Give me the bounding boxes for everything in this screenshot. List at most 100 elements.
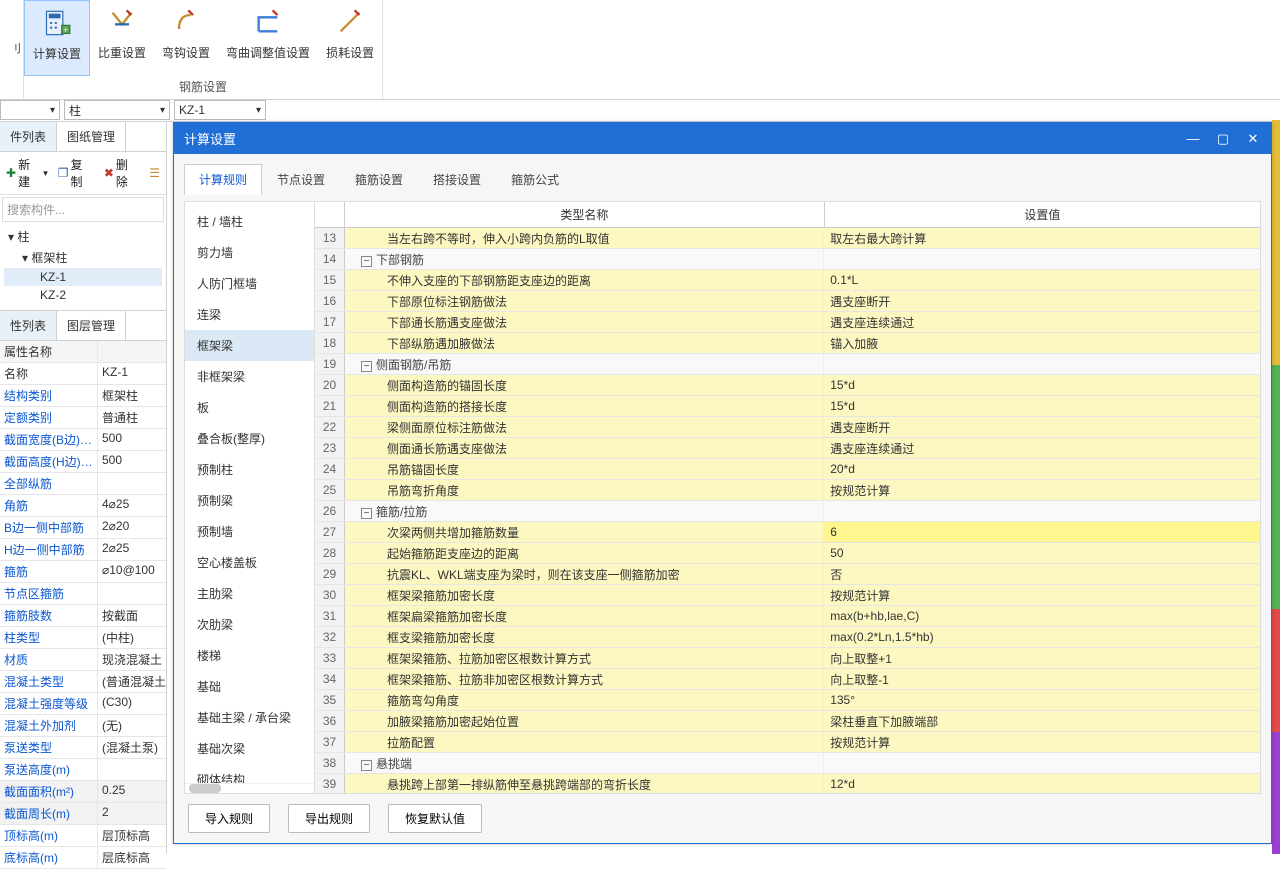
dialog-tab-4[interactable]: 箍筋公式 xyxy=(496,164,574,195)
prop-row[interactable]: 截面宽度(B边)(...500 xyxy=(0,429,166,451)
search-input[interactable]: 搜索构件... xyxy=(2,197,164,222)
rule-row[interactable]: 33框架梁箍筋、拉筋加密区根数计算方式向上取整+1 xyxy=(315,648,1260,669)
rule-row[interactable]: 22梁侧面原位标注筋做法遇支座断开 xyxy=(315,417,1260,438)
category-item[interactable]: 框架梁 xyxy=(185,330,314,361)
combo-1[interactable] xyxy=(0,100,60,120)
prop-row[interactable]: 结构类别框架柱 xyxy=(0,385,166,407)
category-item[interactable]: 基础次梁 xyxy=(185,733,314,764)
prop-row[interactable]: 材质现浇混凝土 xyxy=(0,649,166,671)
category-hscroll[interactable] xyxy=(185,783,314,793)
category-item[interactable]: 柱 / 墙柱 xyxy=(185,206,314,237)
combo-member-name[interactable]: KZ-1 xyxy=(174,100,266,120)
rule-row[interactable]: 13当左右跨不等时，伸入小跨内负筋的L取值取左右最大跨计算 xyxy=(315,228,1260,249)
category-item[interactable]: 楼梯 xyxy=(185,640,314,671)
rule-row[interactable]: 32框支梁箍筋加密长度max(0.2*Ln,1.5*hb) xyxy=(315,627,1260,648)
maximize-button[interactable]: ▢ xyxy=(1215,131,1231,147)
rule-row[interactable]: 35箍筋弯勾角度135° xyxy=(315,690,1260,711)
prop-row[interactable]: 角筋4⌀25 xyxy=(0,495,166,517)
prop-row[interactable]: 截面周长(m)2 xyxy=(0,803,166,825)
prop-row[interactable]: 截面高度(H边)(...500 xyxy=(0,451,166,473)
dialog-tab-2[interactable]: 箍筋设置 xyxy=(340,164,418,195)
category-item[interactable]: 主肋梁 xyxy=(185,578,314,609)
prop-row[interactable]: 全部纵筋 xyxy=(0,473,166,495)
rule-row[interactable]: 36加腋梁箍筋加密起始位置梁柱垂直下加腋端部 xyxy=(315,711,1260,732)
prop-row[interactable]: B边一侧中部筋2⌀20 xyxy=(0,517,166,539)
copy-button[interactable]: ❐复制 xyxy=(58,156,94,190)
tree-node-kz2[interactable]: KZ-2 xyxy=(4,286,162,304)
dialog-tab-1[interactable]: 节点设置 xyxy=(262,164,340,195)
prop-row[interactable]: 顶标高(m)层顶标高 xyxy=(0,825,166,847)
rule-row[interactable]: 23侧面通长筋遇支座做法遇支座连续通过 xyxy=(315,438,1260,459)
category-item[interactable]: 叠合板(整厚) xyxy=(185,423,314,454)
rule-row[interactable]: 30框架梁箍筋加密长度按规范计算 xyxy=(315,585,1260,606)
close-button[interactable]: ✕ xyxy=(1245,131,1261,147)
tab-property-list[interactable]: 性列表 xyxy=(0,311,57,340)
category-item[interactable]: 板 xyxy=(185,392,314,423)
dialog-tab-3[interactable]: 搭接设置 xyxy=(418,164,496,195)
dialog-tab-0[interactable]: 计算规则 xyxy=(184,164,262,195)
ribbon-loss-button[interactable]: 损耗设置 xyxy=(318,0,382,76)
prop-row[interactable]: 泵送高度(m) xyxy=(0,759,166,781)
prop-row[interactable]: 底标高(m)层底标高 xyxy=(0,847,166,869)
ribbon-weight-button[interactable]: 比重设置 xyxy=(90,0,154,76)
ribbon-bend-button[interactable]: 弯曲调整值设置 xyxy=(218,0,318,76)
category-item[interactable]: 空心楼盖板 xyxy=(185,547,314,578)
tree-node-column[interactable]: ▾ 柱 xyxy=(4,226,162,247)
rule-row[interactable]: 18下部纵筋遇加腋做法锚入加腋 xyxy=(315,333,1260,354)
prop-row[interactable]: 泵送类型(混凝土泵) xyxy=(0,737,166,759)
category-item[interactable]: 连梁 xyxy=(185,299,314,330)
ribbon-calc-button[interactable]: +计算设置 xyxy=(24,0,90,76)
tab-paper-manage[interactable]: 图纸管理 xyxy=(57,122,126,151)
rule-row[interactable]: 39悬挑跨上部第一排纵筋伸至悬挑跨端部的弯折长度12*d xyxy=(315,774,1260,793)
tab-component-list[interactable]: 件列表 xyxy=(0,122,57,151)
prop-row[interactable]: 定额类别普通柱 xyxy=(0,407,166,429)
combo-member-type[interactable]: 柱 xyxy=(64,100,170,120)
delete-button[interactable]: ✖删除 xyxy=(104,156,139,190)
rule-row[interactable]: 37拉筋配置按规范计算 xyxy=(315,732,1260,753)
rule-row[interactable]: 15不伸入支座的下部钢筋距支座边的距离0.1*L xyxy=(315,270,1260,291)
tree-node-kz1[interactable]: KZ-1 xyxy=(4,268,162,286)
export-rules-button[interactable]: 导出规则 xyxy=(288,804,370,833)
rule-group-row[interactable]: 38−悬挑端 xyxy=(315,753,1260,774)
rule-group-row[interactable]: 19−侧面钢筋/吊筋 xyxy=(315,354,1260,375)
rule-row[interactable]: 34框架梁箍筋、拉筋非加密区根数计算方式向上取整-1 xyxy=(315,669,1260,690)
rule-row[interactable]: 29抗震KL、WKL端支座为梁时，则在该支座一侧箍筋加密否 xyxy=(315,564,1260,585)
category-item[interactable]: 剪力墙 xyxy=(185,237,314,268)
rule-group-row[interactable]: 14−下部钢筋 xyxy=(315,249,1260,270)
prop-row[interactable]: 名称KZ-1 xyxy=(0,363,166,385)
prop-row[interactable]: 节点区箍筋 xyxy=(0,583,166,605)
layers-icon[interactable]: ☰ xyxy=(149,166,160,180)
category-item[interactable]: 预制梁 xyxy=(185,485,314,516)
minimize-button[interactable]: — xyxy=(1185,131,1201,147)
ribbon-hook-button[interactable]: 弯钩设置 xyxy=(154,0,218,76)
category-item[interactable]: 预制柱 xyxy=(185,454,314,485)
rule-row[interactable]: 17下部通长筋遇支座做法遇支座连续通过 xyxy=(315,312,1260,333)
tab-layer-manage[interactable]: 图层管理 xyxy=(57,311,126,340)
prop-row[interactable]: 混凝土强度等级(C30) xyxy=(0,693,166,715)
category-item[interactable]: 砌体结构 xyxy=(185,764,314,783)
new-button[interactable]: ✚新建▾ xyxy=(6,156,48,190)
category-item[interactable]: 预制墙 xyxy=(185,516,314,547)
prop-row[interactable]: 柱类型(中柱) xyxy=(0,627,166,649)
tree-node-frame-column[interactable]: ▾ 框架柱 xyxy=(4,247,162,268)
rule-row[interactable]: 16下部原位标注钢筋做法遇支座断开 xyxy=(315,291,1260,312)
prop-row[interactable]: 箍筋肢数按截面 xyxy=(0,605,166,627)
reset-default-button[interactable]: 恢复默认值 xyxy=(388,804,482,833)
prop-row[interactable]: 箍筋⌀10@100 xyxy=(0,561,166,583)
rule-row[interactable]: 28起始箍筋距支座边的距离50 xyxy=(315,543,1260,564)
prop-row[interactable]: 截面面积(m²)0.25 xyxy=(0,781,166,803)
prop-row[interactable]: H边一侧中部筋2⌀25 xyxy=(0,539,166,561)
category-item[interactable]: 次肋梁 xyxy=(185,609,314,640)
rule-row[interactable]: 31框架扁梁箍筋加密长度max(b+hb,lae,C) xyxy=(315,606,1260,627)
rule-row[interactable]: 20侧面构造筋的锚固长度15*d xyxy=(315,375,1260,396)
prop-row[interactable]: 混凝土外加剂(无) xyxy=(0,715,166,737)
category-item[interactable]: 基础主梁 / 承台梁 xyxy=(185,702,314,733)
rule-group-row[interactable]: 26−箍筋/拉筋 xyxy=(315,501,1260,522)
prop-row[interactable]: 混凝土类型(普通混凝土 xyxy=(0,671,166,693)
rule-row[interactable]: 27次梁两侧共增加箍筋数量6 xyxy=(315,522,1260,543)
category-item[interactable]: 基础 xyxy=(185,671,314,702)
rule-row[interactable]: 21侧面构造筋的搭接长度15*d xyxy=(315,396,1260,417)
category-item[interactable]: 人防门框墙 xyxy=(185,268,314,299)
import-rules-button[interactable]: 导入规则 xyxy=(188,804,270,833)
rule-row[interactable]: 25吊筋弯折角度按规范计算 xyxy=(315,480,1260,501)
